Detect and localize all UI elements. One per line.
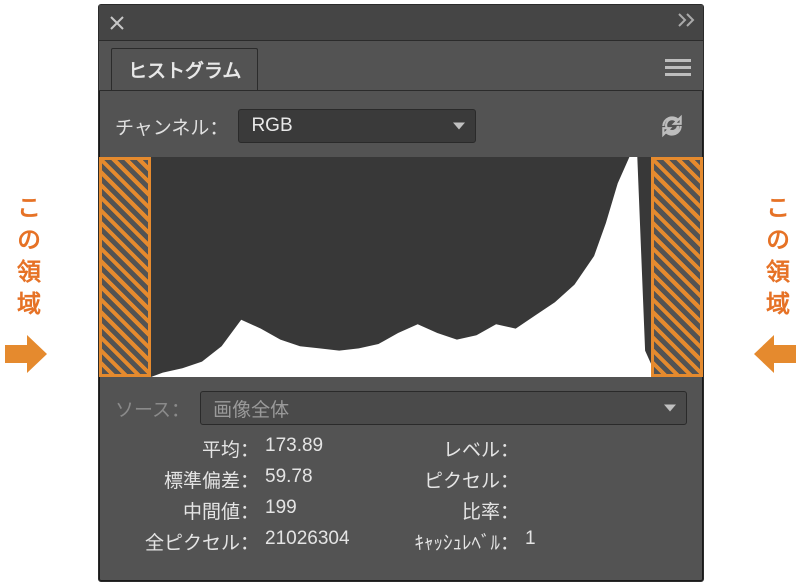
histogram-area: [99, 157, 703, 377]
source-label: ソース：: [115, 395, 190, 422]
chevron-down-icon: [453, 123, 465, 130]
panel-menu-button[interactable]: [665, 55, 691, 80]
collapse-button[interactable]: [677, 13, 697, 30]
close-icon: [110, 16, 124, 30]
stat-pixels-label: 全ピクセル：: [115, 528, 265, 555]
stat-level-value: [525, 435, 615, 462]
panel-tabrow: ヒストグラム: [99, 41, 703, 91]
stats-grid: 平均： 173.89 レベル： 標準偏差： 59.78 ピクセル： 中間値： 1…: [115, 435, 687, 555]
annotation-left: この領域: [6, 195, 46, 377]
hamburger-icon: [665, 59, 691, 62]
stat-median-label: 中間値：: [115, 497, 265, 524]
stat-median-value: 199: [265, 497, 405, 524]
annotation-left-label: この領域: [9, 195, 44, 323]
stat-mean-label: 平均：: [115, 435, 265, 462]
highlight-clip-region: [651, 157, 703, 377]
source-select[interactable]: 画像全体: [200, 391, 687, 425]
source-select-value: 画像全体: [213, 395, 289, 422]
channel-select-value: RGB: [251, 115, 292, 137]
refresh-icon: [659, 113, 685, 139]
stat-cache-label: ｷｬｯｼｭﾚﾍﾞﾙ：: [405, 528, 525, 555]
annotation-right-label: この領域: [758, 195, 793, 323]
chevron-right-double-icon: [677, 13, 697, 27]
histogram-panel: ヒストグラム チャンネル： RGB: [98, 4, 704, 582]
arrow-right-icon: [3, 331, 49, 377]
stat-stddev-value: 59.78: [265, 466, 405, 493]
stat-pixel-label: ピクセル：: [405, 466, 525, 493]
channel-label: チャンネル：: [115, 113, 228, 140]
stat-percent-label: 比率：: [405, 497, 525, 524]
stat-mean-value: 173.89: [265, 435, 405, 462]
tab-histogram-label: ヒストグラム: [128, 56, 241, 83]
panel-titlebar: [99, 5, 703, 41]
stat-level-label: レベル：: [405, 435, 525, 462]
histogram-chart: [151, 157, 651, 377]
channel-row: チャンネル： RGB: [115, 109, 687, 143]
tab-histogram[interactable]: ヒストグラム: [111, 48, 258, 90]
chevron-down-icon: [664, 405, 676, 412]
panel-body: チャンネル： RGB ソース： 画像全体: [99, 91, 703, 581]
close-button[interactable]: [99, 5, 135, 41]
stat-cache-value: 1: [525, 528, 615, 555]
stat-pixel-value: [525, 466, 615, 493]
channel-select[interactable]: RGB: [238, 109, 476, 143]
annotation-right: この領域: [755, 195, 795, 377]
stat-stddev-label: 標準偏差：: [115, 466, 265, 493]
source-row: ソース： 画像全体: [115, 391, 687, 425]
stat-pixels-value: 21026304: [265, 528, 405, 555]
arrow-left-icon: [752, 331, 798, 377]
stat-percent-value: [525, 497, 615, 524]
shadow-clip-region: [99, 157, 151, 377]
refresh-button[interactable]: [657, 111, 687, 141]
